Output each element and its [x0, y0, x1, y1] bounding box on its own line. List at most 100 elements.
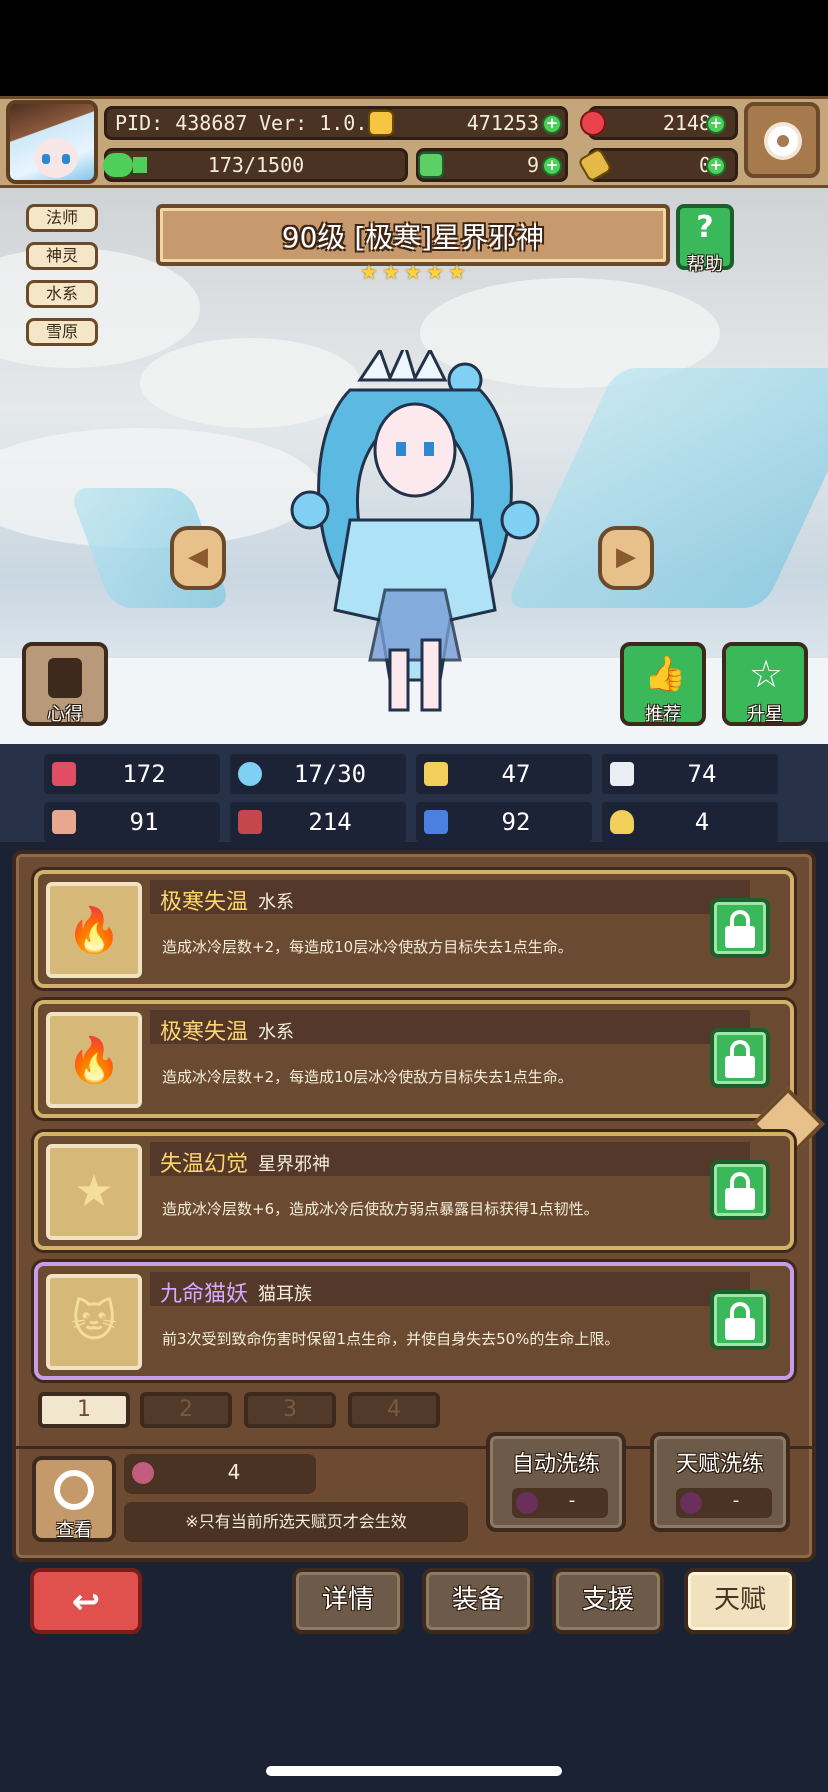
auto-wash-cost: - [512, 1488, 608, 1518]
talent-type: 猫耳族 [258, 1284, 312, 1305]
gems-value: 2148 [662, 111, 711, 135]
tag-deity[interactable]: 神灵 [26, 242, 98, 270]
stat-defense-value: 47 [501, 760, 531, 788]
wing-icon [610, 762, 634, 786]
gear-icon [768, 126, 798, 156]
talent-page-note: ※只有当前所选天赋页才会生效 [124, 1502, 468, 1542]
exp-bar: 173/1500 [103, 148, 408, 182]
nav-details-button[interactable]: 详情 [292, 1568, 404, 1634]
lock-button[interactable] [710, 898, 770, 958]
talent-name: 极寒失温 [160, 1020, 249, 1045]
gems-add-button[interactable]: + [706, 114, 726, 134]
star-icon: ★ [404, 260, 422, 284]
player-avatar[interactable] [6, 100, 98, 184]
pid-label: PID: 438687 [115, 111, 248, 135]
talent-page-tab-4[interactable]: 4 [348, 1392, 440, 1428]
stat-speed: 74 [602, 754, 778, 794]
back-button[interactable]: ↩ [30, 1568, 142, 1634]
lock-icon [725, 926, 755, 948]
stat-attack-value: 91 [129, 808, 159, 836]
nav-equipment-button[interactable]: 装备 [422, 1568, 534, 1634]
home-indicator[interactable] [266, 1766, 562, 1776]
boot-icon [424, 810, 448, 834]
tag-snowfield[interactable]: 雪原 [26, 318, 98, 346]
talent-desc: 前3次受到致命伤害时保留1点生命，并使自身失去50%的生命上限。 [162, 1330, 620, 1348]
fruit-icon [680, 1492, 702, 1514]
talent-icon: 🔥 [46, 1012, 142, 1108]
notes-button[interactable]: 心得 [22, 642, 108, 726]
lock-icon [725, 1318, 755, 1340]
lock-button[interactable] [710, 1160, 770, 1220]
stat-magic: 214 [230, 802, 406, 842]
stat-luck-value: 4 [694, 808, 710, 836]
exp-value: 173/1500 [207, 153, 305, 177]
help-button[interactable]: ? 帮助 [676, 204, 734, 275]
talent-wash-button[interactable]: 天赋洗练 - [650, 1432, 790, 1532]
fruit-icon [132, 1462, 154, 1484]
cat-icon: 🐱 [71, 1296, 117, 1347]
talent-icon: ★ [46, 1144, 142, 1240]
lock-button[interactable] [710, 1290, 770, 1350]
notes-label: 心得 [47, 704, 83, 725]
clover-value: 9 [526, 153, 539, 177]
stat-speed-value: 74 [687, 760, 717, 788]
stat-luck: 4 [602, 802, 778, 842]
talent-icon: 🔥 [46, 882, 142, 978]
stat-resist-value: 92 [501, 808, 531, 836]
talent-icon: 🐱 [46, 1274, 142, 1370]
ticket-value: 0 [698, 153, 711, 177]
recommend-label: 推荐 [645, 704, 681, 725]
clover-add-button[interactable]: + [542, 156, 562, 176]
talent-name: 极寒失温 [160, 890, 249, 915]
talent-card[interactable]: 🔥 极寒失温 水系 造成冰冷层数+2，每造成10层冰冷使敌方目标失去1点生命。 [34, 1000, 794, 1118]
talent-card[interactable]: 🔥 极寒失温 水系 造成冰冷层数+2，每造成10层冰冷使敌方目标失去1点生命。 [34, 870, 794, 988]
tag-mage[interactable]: 法师 [26, 204, 98, 232]
next-hero-button[interactable]: ▶ [598, 526, 654, 590]
hero-character-sprite[interactable] [290, 340, 540, 740]
star-icon: ★ [382, 260, 400, 284]
gold-add-button[interactable]: + [542, 114, 562, 134]
lock-icon [725, 1188, 755, 1210]
upgrade-star-button[interactable]: ☆ 升星 [722, 642, 808, 726]
talent-name: 失温幻觉 [160, 1152, 249, 1177]
view-label: 查看 [56, 1520, 92, 1541]
lock-button[interactable] [710, 1028, 770, 1088]
talent-desc: 造成冰冷层数+2，每造成10层冰冷使敌方目标失去1点生命。 [162, 1068, 573, 1086]
settings-button[interactable] [744, 102, 820, 178]
nav-talent-button[interactable]: 天赋 [684, 1568, 796, 1634]
scroll-icon [48, 658, 82, 698]
help-label: 帮助 [687, 254, 723, 275]
back-arrow-icon: ↩ [71, 1582, 101, 1622]
talent-card[interactable]: 🐱 九命猫妖 猫耳族 前3次受到致命伤害时保留1点生命，并使自身失去50%的生命… [34, 1262, 794, 1380]
star-icon: ★ [448, 260, 466, 284]
auto-wash-button[interactable]: 自动洗练 - [486, 1432, 626, 1532]
magnifier-icon [54, 1470, 94, 1510]
tag-water[interactable]: 水系 [26, 280, 98, 308]
horseshoe-icon [610, 810, 634, 834]
talent-page-tab-2[interactable]: 2 [140, 1392, 232, 1428]
talent-desc: 造成冰冷层数+6，造成冰冷后使敌方弱点暴露目标获得1点韧性。 [162, 1200, 599, 1218]
talent-name: 九命猫妖 [160, 1282, 249, 1307]
talent-page-tab-1[interactable]: 1 [38, 1392, 130, 1428]
hero-title-plate: 90级 [极寒]星界邪神 [156, 204, 670, 266]
recommend-button[interactable]: 👍 推荐 [620, 642, 706, 726]
talent-card[interactable]: ★ 失温幻觉 星界邪神 造成冰冷层数+6，造成冰冷后使敌方弱点暴露目标获得1点韧… [34, 1132, 794, 1250]
arrow-left-icon: ◀ [188, 542, 208, 572]
upgrade-label: 升星 [747, 704, 783, 725]
talent-page-tab-3[interactable]: 3 [244, 1392, 336, 1428]
shield-icon [424, 762, 448, 786]
view-button[interactable]: 查看 [32, 1456, 116, 1542]
talent-wash-label: 天赋洗练 [675, 1452, 764, 1477]
water-drop-icon [238, 762, 262, 786]
ticket-add-button[interactable]: + [706, 156, 726, 176]
prev-hero-button[interactable]: ◀ [170, 526, 226, 590]
clover-icon [418, 152, 444, 178]
stat-attack: 91 [44, 802, 220, 842]
ruby-icon [580, 110, 606, 136]
fist-icon [52, 810, 76, 834]
flame-icon: 🔥 [66, 905, 122, 956]
question-icon: ? [696, 210, 714, 245]
talent-wash-cost-value: - [732, 1490, 740, 1511]
nav-support-button[interactable]: 支援 [552, 1568, 664, 1634]
arrow-right-icon: ▶ [616, 542, 636, 572]
